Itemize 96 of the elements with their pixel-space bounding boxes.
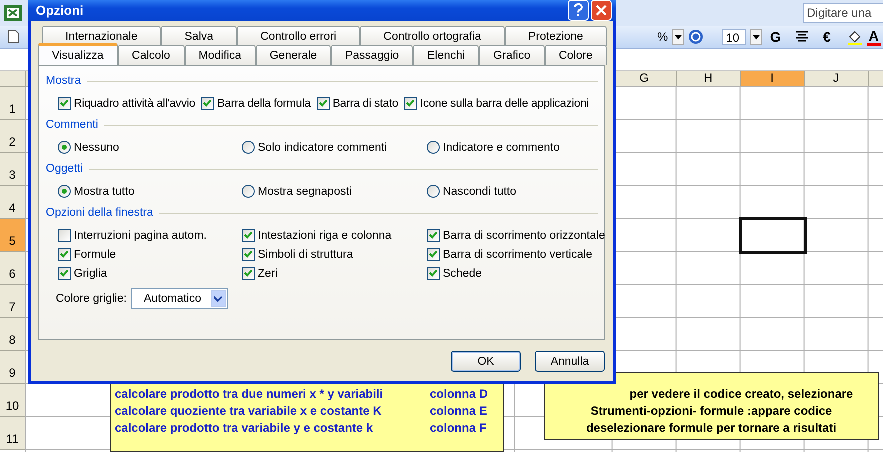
close-icon[interactable] — [591, 0, 612, 21]
text-line: calcolare quoziente tra variabile x e costante K — [115, 404, 383, 420]
tab[interactable]: Protezione — [504, 26, 607, 46]
column-note: colonna E — [430, 404, 488, 420]
option-label: Solo indicatore commenti — [258, 142, 388, 154]
paint-bucket-icon[interactable] — [846, 29, 863, 45]
radio-button[interactable] — [58, 185, 71, 198]
bold-button[interactable]: G — [766, 29, 786, 45]
tab[interactable]: Colore — [544, 45, 607, 65]
option-label: Interruzioni pagina autom. — [74, 230, 207, 242]
row-header[interactable]: 3 — [0, 153, 26, 186]
option-label: Riquadro attività all'avvio — [74, 98, 196, 110]
row-header[interactable]: 2 — [0, 120, 26, 153]
section-heading: Commenti — [46, 119, 98, 131]
window-title: Opzioni — [36, 3, 84, 18]
checkbox[interactable] — [316, 97, 330, 110]
spreadsheet-icon[interactable] — [3, 4, 23, 22]
option-label: Mostra tutto — [74, 186, 135, 198]
option-label: Intestazioni riga e colonna — [258, 230, 392, 242]
column-note: colonna D — [430, 387, 490, 403]
option-label: Schede — [443, 268, 482, 280]
text-line: per vedere il codice creato, selezionare — [628, 386, 854, 403]
checkbox[interactable] — [404, 97, 418, 110]
color-dropdown[interactable]: Automatico — [130, 288, 228, 309]
option-label: Nessuno — [74, 142, 120, 154]
radio-button[interactable] — [427, 141, 440, 154]
checkbox[interactable] — [427, 267, 440, 280]
row-header[interactable]: 9 — [0, 351, 26, 384]
column-header[interactable]: H — [676, 71, 741, 87]
checkbox[interactable] — [242, 248, 255, 261]
section-heading: Opzioni della finestra — [46, 207, 154, 219]
radio-button[interactable] — [242, 185, 255, 198]
checkbox[interactable] — [427, 229, 440, 242]
option-label: Simboli di struttura — [258, 248, 354, 260]
tab[interactable]: Controllo ortografia — [360, 26, 505, 46]
radio-button[interactable] — [427, 185, 440, 198]
help-icon[interactable] — [568, 0, 589, 21]
option-label: Indicatore e commento — [443, 142, 560, 154]
tab[interactable]: Modifica — [184, 45, 256, 65]
checkbox[interactable] — [242, 267, 255, 280]
row-header[interactable]: 1 — [0, 87, 26, 120]
help-search-field[interactable]: Digitare una — [803, 3, 883, 23]
option-label: Barra di scorrimento orizzontale — [443, 230, 606, 242]
tab[interactable]: Visualizza — [38, 43, 118, 65]
percent-text: % — [658, 30, 668, 44]
text-line: deselezionare formule per tornare a risultati — [586, 420, 837, 437]
option-label: Barra della formula — [217, 98, 311, 110]
option-label: Formule — [74, 248, 116, 260]
option-label: Zeri — [258, 268, 278, 280]
row-header[interactable]: 11 — [0, 417, 26, 450]
field-label: Colore griglie: — [56, 292, 127, 304]
option-label: Icone sulla barra delle applicazioni — [420, 98, 590, 110]
text-line: calcolare prodotto tra due numeri x * y variabili — [115, 387, 384, 403]
tab[interactable]: Calcolo — [118, 45, 185, 65]
text-line: Strumenti-opzioni- formule :appare codice — [590, 403, 832, 420]
row-header[interactable]: 5 — [0, 219, 26, 252]
row-header[interactable]: 6 — [0, 252, 26, 285]
checkbox[interactable] — [58, 97, 71, 110]
text-line: calcolare prodotto tra variabile y e costante k — [115, 421, 374, 437]
tab[interactable]: Controllo errori — [237, 26, 360, 46]
selected-cell[interactable] — [738, 217, 807, 254]
row-header[interactable]: 8 — [0, 318, 26, 351]
checkbox[interactable] — [242, 229, 255, 242]
align-center-icon[interactable] — [795, 31, 810, 43]
checkbox[interactable] — [201, 97, 214, 110]
new-document-icon[interactable] — [8, 30, 20, 44]
checkbox[interactable] — [58, 267, 71, 280]
section-heading: Oggetti — [46, 163, 84, 175]
column-header[interactable]: J — [804, 71, 869, 87]
currency-button[interactable]: € — [819, 29, 835, 45]
font-size-field[interactable]: 10 — [722, 29, 746, 45]
column-header[interactable]: I — [740, 71, 805, 87]
help-icon[interactable] — [688, 29, 704, 45]
dialog-button[interactable]: OK — [451, 351, 521, 372]
row-header[interactable]: 4 — [0, 186, 26, 219]
font-color-button[interactable]: A — [866, 28, 881, 46]
checkbox[interactable] — [58, 229, 71, 242]
tab[interactable]: Passaggio — [331, 45, 414, 65]
option-label: Griglia — [74, 268, 108, 280]
tab[interactable]: Elenchi — [413, 45, 480, 65]
section-heading: Mostra — [46, 75, 82, 87]
option-label: Barra di stato — [332, 98, 398, 110]
checkbox[interactable] — [58, 248, 71, 261]
tab[interactable]: Generale — [256, 45, 332, 65]
option-label: Barra di scorrimento verticale — [443, 248, 593, 260]
option-label: Nascondi tutto — [443, 186, 517, 198]
row-header[interactable]: 10 — [0, 384, 26, 417]
option-label: Mostra segnaposti — [258, 186, 352, 198]
column-note: colonna F — [430, 421, 488, 437]
tab[interactable]: Salva — [161, 26, 238, 46]
tab[interactable]: Grafico — [479, 45, 545, 65]
row-header[interactable]: 7 — [0, 285, 26, 318]
checkbox[interactable] — [427, 248, 440, 261]
radio-button[interactable] — [58, 141, 71, 154]
radio-button[interactable] — [242, 141, 255, 154]
dialog-button[interactable]: Annulla — [535, 351, 605, 372]
